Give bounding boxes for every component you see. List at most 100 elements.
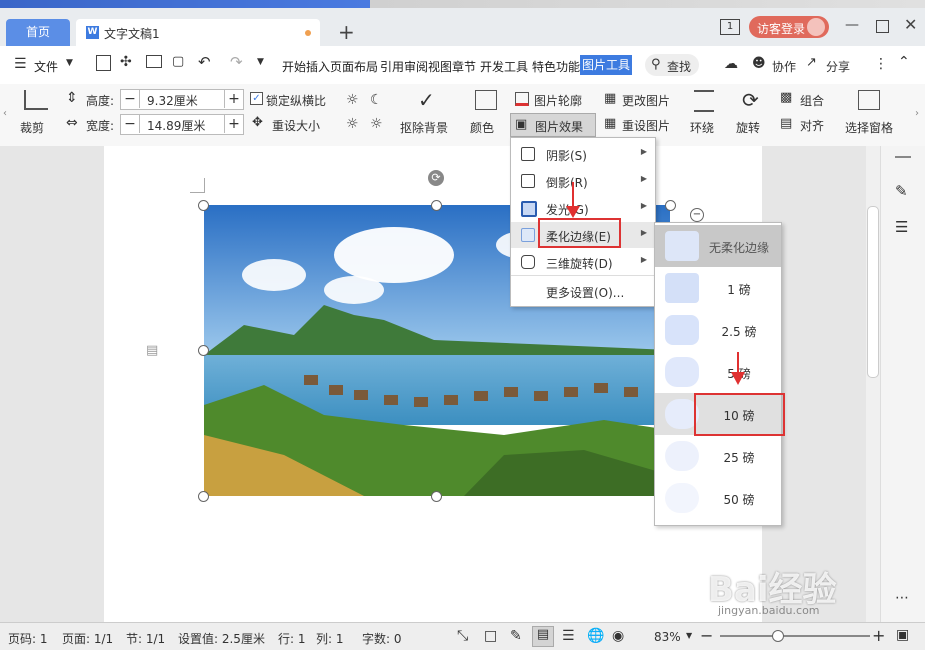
soft-edge-25pt-label: 25 磅 <box>723 451 755 465</box>
zoom-slider-track[interactable] <box>720 635 870 637</box>
minimize-icon[interactable]: — <box>845 17 859 33</box>
menu-file[interactable]: 文件 <box>34 58 58 75</box>
zoom-slider-thumb[interactable] <box>772 630 784 642</box>
redo-icon[interactable]: ↷ <box>230 53 243 71</box>
share-button[interactable]: 分享 <box>826 58 850 75</box>
resize-handle-top-right[interactable] <box>665 200 676 211</box>
reset-size-button[interactable]: 重设大小 <box>272 117 320 134</box>
search-box[interactable]: ⚲ 查找 <box>645 54 699 76</box>
menu-item-reflection[interactable]: 倒影(R) ▶ <box>511 168 655 194</box>
tab-home[interactable]: 首页 <box>6 19 70 46</box>
fullscreen-icon[interactable]: ⤡ <box>457 628 468 644</box>
picture-effects-button[interactable]: ▣ 图片效果 <box>510 113 596 137</box>
menu-start[interactable]: 开始 <box>282 58 306 75</box>
height-increase-button[interactable]: + <box>224 90 243 108</box>
menu-item-3d-rotation[interactable]: 三维旋转(D) ▶ <box>511 249 655 275</box>
maximize-icon[interactable] <box>876 20 889 33</box>
resize-handle-top[interactable] <box>431 200 442 211</box>
menu-developer[interactable]: 开发工具 <box>480 58 528 75</box>
scrollbar-thumb[interactable] <box>867 206 879 378</box>
hamburger-icon[interactable]: ☰ <box>14 56 27 72</box>
selection-pane-button[interactable]: 选择窗格 <box>845 119 893 136</box>
menu-item-shadow[interactable]: 阴影(S) ▶ <box>511 141 655 167</box>
guest-login-button[interactable]: 访客登录 <box>749 16 829 38</box>
print-icon[interactable] <box>146 55 162 68</box>
contrast-up-icon[interactable]: ☼ <box>346 116 359 132</box>
page-view-icon[interactable]: ▤ <box>532 626 554 647</box>
group-button[interactable]: 组合 <box>800 92 824 109</box>
zoom-in-icon[interactable]: + <box>872 626 885 645</box>
brightness-down-icon[interactable]: ☾ <box>370 92 383 108</box>
width-increase-button[interactable]: + <box>224 115 243 133</box>
menu-layout[interactable]: 页面布局 <box>330 58 378 75</box>
resize-handle-left[interactable] <box>198 345 209 356</box>
soft-edge-25pt[interactable]: 25 磅 <box>655 435 781 477</box>
format-painter-icon[interactable]: ✣ <box>120 54 132 70</box>
menu-chapter[interactable]: 章节 <box>452 58 476 75</box>
menu-review[interactable]: 审阅 <box>404 58 428 75</box>
picture-outline-button[interactable]: 图片轮廓 <box>534 92 582 109</box>
resize-handle-bottom-left[interactable] <box>198 491 209 502</box>
web-view-icon[interactable]: 🌐 <box>587 628 604 644</box>
width-decrease-button[interactable]: − <box>121 115 140 133</box>
print-preview-icon[interactable]: ▢ <box>172 54 184 69</box>
layout-options-icon[interactable]: − <box>690 208 704 222</box>
zoom-out-icon[interactable]: − <box>700 626 713 645</box>
page-indicator-icon[interactable]: 1 <box>720 19 740 35</box>
soft-edge-50pt[interactable]: 50 磅 <box>655 477 781 519</box>
soft-edge-1pt[interactable]: 1 磅 <box>655 267 781 309</box>
reset-picture-button[interactable]: 重设图片 <box>622 117 670 134</box>
collab-button[interactable]: 协作 <box>772 58 796 75</box>
edit-mode-icon[interactable]: ✎ <box>510 628 522 644</box>
soft-edge-5pt[interactable]: 5 磅 <box>655 351 781 393</box>
zoom-level[interactable]: 83% <box>654 630 681 644</box>
width-stepper[interactable]: − 14.89厘米 + <box>120 114 244 135</box>
more-options-icon[interactable]: ⋮ <box>874 56 888 72</box>
fit-page-icon[interactable]: ▣ <box>896 627 909 643</box>
save-icon[interactable] <box>96 55 111 71</box>
pen-icon[interactable]: ✎ <box>895 182 908 200</box>
height-stepper[interactable]: − 9.32厘米 + <box>120 89 244 110</box>
reading-mode-icon[interactable]: □ <box>484 628 497 644</box>
outline-view-icon[interactable]: ☰ <box>562 628 575 644</box>
rotate-button[interactable]: 旋转 <box>736 119 760 136</box>
rotate-handle-icon[interactable]: ⟳ <box>428 170 444 186</box>
paragraph-layout-icon[interactable]: ▤ <box>146 343 158 358</box>
menu-item-more-settings[interactable]: 更多设置(O)... <box>511 278 655 304</box>
remove-background-button[interactable]: 抠除背景 <box>400 119 448 136</box>
collapse-ribbon-icon[interactable]: ⌃ <box>898 54 910 70</box>
ribbon-scroll-right-icon[interactable]: › <box>915 108 919 119</box>
brightness-up-icon[interactable]: ☼ <box>346 92 359 108</box>
tab-document[interactable]: W 文字文稿1 <box>76 19 320 46</box>
menu-view[interactable]: 视图 <box>428 58 452 75</box>
new-tab-button[interactable]: + <box>338 20 355 44</box>
change-picture-button[interactable]: 更改图片 <box>622 92 670 109</box>
height-decrease-button[interactable]: − <box>121 90 140 108</box>
menu-insert[interactable]: 插入 <box>306 58 330 75</box>
cloud-icon[interactable]: ☁ <box>724 56 738 72</box>
settings-sliders-icon[interactable]: ☰ <box>895 218 908 236</box>
menu-reference[interactable]: 引用 <box>380 58 404 75</box>
color-button[interactable]: 颜色 <box>470 119 494 136</box>
contrast-down-icon[interactable]: ☼ <box>370 116 383 132</box>
resize-handle-top-left[interactable] <box>198 200 209 211</box>
quick-access-dropdown-icon[interactable]: ▼ <box>257 57 264 67</box>
height-field[interactable]: 9.32厘米 <box>147 92 198 109</box>
vertical-scrollbar[interactable] <box>866 146 880 622</box>
width-field[interactable]: 14.89厘米 <box>147 117 205 134</box>
soft-edge-2-5pt[interactable]: 2.5 磅 <box>655 309 781 351</box>
align-button[interactable]: 对齐 <box>800 117 824 134</box>
more-icon[interactable]: ⋯ <box>895 590 909 606</box>
menu-picture-tools[interactable]: 图片工具 <box>580 55 632 75</box>
eye-protection-icon[interactable]: ◉ <box>612 628 624 644</box>
menu-special[interactable]: 特色功能 <box>532 58 580 75</box>
zoom-dropdown-icon[interactable]: ▼ <box>686 631 692 640</box>
soft-edge-none[interactable]: 无柔化边缘 <box>655 225 781 267</box>
resize-handle-bottom[interactable] <box>431 491 442 502</box>
ribbon-scroll-left-icon[interactable]: ‹ <box>3 108 7 119</box>
crop-button[interactable]: 裁剪 <box>20 119 44 136</box>
lock-ratio-checkbox[interactable]: ✓ <box>250 92 263 105</box>
wrap-button[interactable]: 环绕 <box>690 119 714 136</box>
close-icon[interactable]: ✕ <box>904 15 917 34</box>
undo-icon[interactable]: ↶ <box>198 53 211 71</box>
